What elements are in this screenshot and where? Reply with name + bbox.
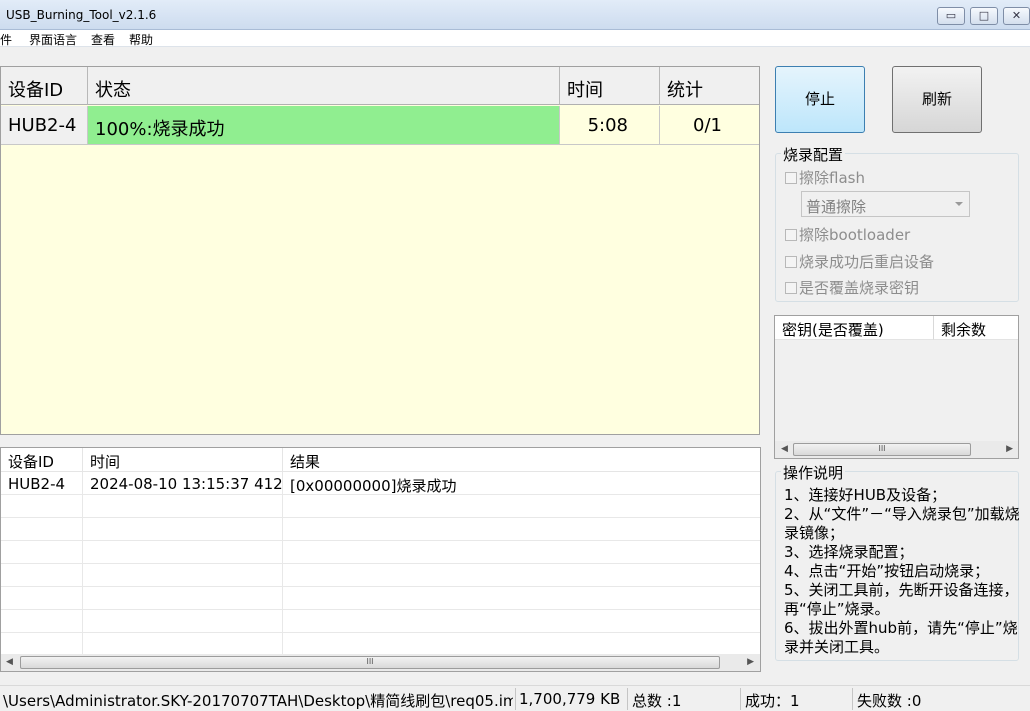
status-separator (852, 688, 853, 710)
log-empty-cell (283, 587, 760, 610)
status-total: 总数 :1 (632, 692, 682, 710)
log-empty-cell (1, 564, 83, 587)
burn-config-title: 烧录配置 (781, 144, 846, 165)
reboot-after-checkbox[interactable]: 烧录成功后重启设备 (785, 251, 934, 272)
overwrite-key-checkbox[interactable]: 是否覆盖烧录密钥 (785, 277, 919, 298)
overwrite-key-checkbox-box[interactable] (785, 281, 797, 294)
key-list[interactable]: 密钥(是否覆盖) 剩余数 ◀ III ▶ (774, 315, 1019, 459)
dropdown-arrow-icon (955, 202, 963, 206)
log-col-header-device-id[interactable]: 设备ID (1, 448, 83, 472)
instruction-line: 3、选择烧录配置； (784, 543, 914, 561)
erase-bootloader-checkbox-box[interactable] (785, 228, 797, 241)
log-empty-cell (283, 541, 760, 564)
instruction-line: 2、从“文件”－“导入烧录包”加载烧录镜像； (784, 505, 1020, 542)
col-header-status[interactable]: 状态 (88, 67, 560, 105)
log-empty-cell (283, 633, 760, 656)
log-col-header-result[interactable]: 结果 (283, 448, 760, 472)
status-file-path: \Users\Administrator.SKY-20170707TAH\Des… (3, 692, 513, 710)
erase-flash-label: 擦除flash (799, 169, 865, 187)
refresh-button[interactable]: 刷新 (892, 66, 982, 133)
reboot-after-checkbox-box[interactable] (785, 255, 797, 268)
menu-bar: 文件 界面语言 查看 帮助 (0, 30, 1030, 47)
log-empty-cell (283, 495, 760, 518)
status-success: 成功：1 (745, 692, 800, 710)
log-empty-cell (1, 541, 83, 564)
log-empty-cell (83, 495, 283, 518)
log-empty-cell (83, 633, 283, 656)
log-empty-cell (1, 610, 83, 633)
device-row-status[interactable]: 100%:烧录成功 (88, 106, 560, 145)
scroll-right-icon[interactable]: ▶ (1006, 444, 1013, 454)
log-empty-cell (83, 587, 283, 610)
log-row-device-id[interactable]: HUB2-4 (1, 472, 83, 495)
instructions-title: 操作说明 (781, 462, 846, 483)
scroll-left-icon[interactable]: ◀ (6, 657, 13, 667)
status-failed: 失败数 :0 (857, 692, 922, 710)
log-empty-cell (1, 587, 83, 610)
log-col-header-time[interactable]: 时间 (83, 448, 283, 472)
log-empty-cell (83, 564, 283, 587)
log-empty-cell (83, 610, 283, 633)
status-file-size: 1,700,779 KB (519, 690, 621, 708)
scroll-left-icon[interactable]: ◀ (781, 444, 788, 454)
device-grid[interactable]: 设备ID 状态 时间 统计 HUB2-4 100%:烧录成功 5:08 0/1 (0, 66, 760, 435)
status-separator (627, 688, 628, 710)
log-empty-cell (283, 610, 760, 633)
key-list-scroll-thumb[interactable]: III (793, 443, 971, 456)
log-empty-cell (1, 518, 83, 541)
title-bar: USB_Burning_Tool_v2.1.6 ▭ □ ✕ (0, 0, 1030, 30)
erase-mode-select[interactable]: 普通擦除 (801, 191, 970, 217)
reboot-after-label: 烧录成功后重启设备 (799, 253, 935, 271)
menu-file[interactable]: 文件 (0, 31, 12, 48)
log-empty-cell (283, 518, 760, 541)
col-header-time[interactable]: 时间 (560, 67, 660, 105)
menu-help[interactable]: 帮助 (129, 31, 153, 48)
menu-view[interactable]: 查看 (91, 31, 115, 48)
instruction-line: 6、拔出外置hub前，请先“停止”烧录并关闭工具。 (784, 619, 1018, 656)
log-empty-cell (1, 495, 83, 518)
instruction-line: 5、关闭工具前，先断开设备连接，再“停止”烧录。 (784, 581, 1019, 618)
window-title: USB_Burning_Tool_v2.1.6 (6, 8, 157, 22)
overwrite-key-label: 是否覆盖烧录密钥 (799, 279, 920, 297)
log-hscrollbar[interactable]: ◀ III ▶ (1, 654, 760, 671)
minimize-button[interactable]: ▭ (937, 7, 965, 25)
menu-language[interactable]: 界面语言 (29, 31, 77, 48)
status-separator (515, 688, 516, 710)
erase-mode-value: 普通擦除 (806, 198, 867, 216)
log-scroll-thumb[interactable]: III (20, 656, 720, 669)
status-separator (740, 688, 741, 710)
stop-button[interactable]: 停止 (775, 66, 865, 133)
key-list-hscrollbar[interactable]: ◀ III ▶ (775, 441, 1018, 458)
device-row-time[interactable]: 5:08 (560, 106, 660, 145)
log-table[interactable]: 设备ID 时间 结果 HUB2-4 2024-08-10 13:15:37 41… (0, 447, 761, 672)
col-header-key[interactable]: 密钥(是否覆盖) (775, 316, 934, 340)
device-row-stats[interactable]: 0/1 (660, 106, 759, 145)
close-button[interactable]: ✕ (1003, 7, 1030, 25)
erase-bootloader-checkbox[interactable]: 擦除bootloader (785, 224, 910, 245)
scroll-right-icon[interactable]: ▶ (747, 657, 754, 667)
log-empty-cell (83, 518, 283, 541)
log-empty-cell (83, 541, 283, 564)
col-header-stats[interactable]: 统计 (660, 67, 759, 105)
log-empty-cell (1, 633, 83, 656)
erase-flash-checkbox-box[interactable] (785, 171, 797, 184)
instructions-text: 1、连接好HUB及设备； 2、从“文件”－“导入烧录包”加载烧录镜像； 3、选择… (784, 486, 1020, 657)
erase-flash-checkbox[interactable]: 擦除flash (785, 167, 865, 188)
log-row-time[interactable]: 2024-08-10 13:15:37 412 (83, 472, 283, 495)
col-header-device-id[interactable]: 设备ID (1, 67, 88, 105)
maximize-button[interactable]: □ (970, 7, 998, 25)
instruction-line: 4、点击“开始”按钮启动烧录； (784, 562, 990, 580)
log-empty-cell (283, 564, 760, 587)
log-row-result[interactable]: [0x00000000]烧录成功 (283, 472, 760, 495)
instruction-line: 1、连接好HUB及设备； (784, 486, 947, 504)
status-bar: \Users\Administrator.SKY-20170707TAH\Des… (0, 685, 1030, 711)
erase-bootloader-label: 擦除bootloader (799, 226, 911, 244)
col-header-remaining[interactable]: 剩余数 (934, 316, 1018, 340)
device-row-id[interactable]: HUB2-4 (1, 106, 88, 145)
